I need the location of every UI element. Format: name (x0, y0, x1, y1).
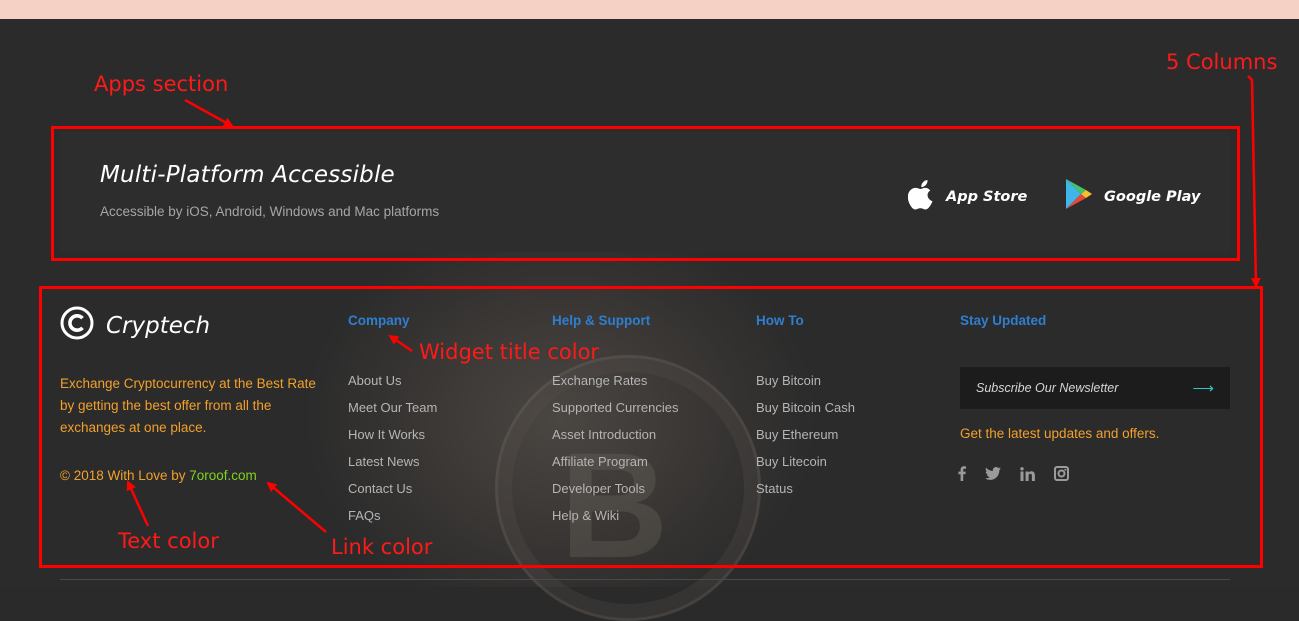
annotation-link-color: Link color (331, 535, 433, 559)
columns-highlight-box (39, 286, 1263, 568)
annotation-five-columns: 5 Columns (1166, 50, 1278, 74)
top-bar (0, 0, 1299, 19)
annotation-text-color: Text color (118, 529, 219, 553)
annotation-widget-title-color: Widget title color (419, 340, 600, 364)
footer-bottom-divider (60, 579, 1230, 580)
annotation-apps-section: Apps section (94, 72, 229, 96)
apps-section-highlight-box (51, 126, 1240, 261)
